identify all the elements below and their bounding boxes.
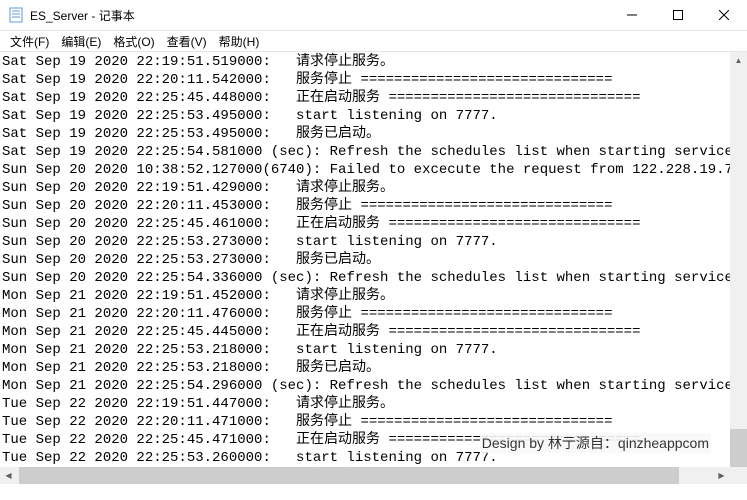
scroll-left-button[interactable]: ◀ xyxy=(0,467,17,484)
scroll-right-button[interactable]: ▶ xyxy=(713,467,730,484)
horizontal-scroll-thumb[interactable] xyxy=(19,467,679,484)
maximize-button[interactable] xyxy=(655,0,701,30)
menu-file[interactable]: 文件(F) xyxy=(4,32,55,51)
menubar: 文件(F) 编辑(E) 格式(O) 查看(V) 帮助(H) xyxy=(0,31,747,52)
notepad-icon xyxy=(8,7,24,23)
horizontal-scroll-track[interactable] xyxy=(17,467,713,484)
vertical-scrollbar[interactable]: ▲ ▼ xyxy=(730,52,747,467)
titlebar: ES_Server - 记事本 xyxy=(0,0,747,31)
menu-view[interactable]: 查看(V) xyxy=(161,32,213,51)
scroll-up-button[interactable]: ▲ xyxy=(730,52,747,69)
menu-edit[interactable]: 编辑(E) xyxy=(55,32,107,51)
minimize-button[interactable] xyxy=(609,0,655,30)
menu-format[interactable]: 格式(O) xyxy=(107,32,160,51)
text-area[interactable]: Sat Sep 19 2020 22:19:51.519000: 请求停止服务。… xyxy=(0,52,747,484)
horizontal-scrollbar[interactable]: ◀ ▶ xyxy=(0,467,730,484)
log-text[interactable]: Sat Sep 19 2020 22:19:51.519000: 请求停止服务。… xyxy=(0,52,747,484)
vertical-scroll-thumb[interactable] xyxy=(730,429,747,467)
window-title: ES_Server - 记事本 xyxy=(30,7,135,24)
vertical-scroll-track[interactable] xyxy=(730,69,747,450)
close-button[interactable] xyxy=(701,0,747,30)
menu-help[interactable]: 帮助(H) xyxy=(213,32,266,51)
scroll-corner xyxy=(730,467,747,484)
